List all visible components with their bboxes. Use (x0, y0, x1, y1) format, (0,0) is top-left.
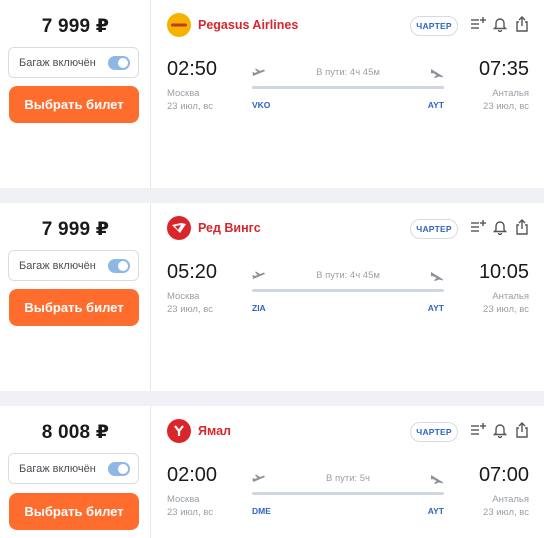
flight-card: 7 999 ₽ Багаж включён Выбрать билет Pega… (0, 0, 544, 188)
airline-info: Pegasus Airlines (167, 13, 298, 37)
route-timeline: В пути: 4ч 45м ZIA AYT (250, 267, 446, 317)
airline-name: Pegasus Airlines (198, 18, 299, 32)
flight-duration: В пути: 4ч 45м (316, 270, 380, 281)
pegasus-logo (167, 13, 191, 37)
add-to-list-icon[interactable] (470, 421, 486, 439)
departure-airport-code: DME (252, 506, 271, 516)
arrival-date: 23 июл, вс (483, 101, 529, 112)
card-actions (470, 15, 530, 33)
price-panel: 7 999 ₽ Багаж включён Выбрать билет (0, 0, 151, 188)
arrival-time: 07:00 (478, 464, 529, 486)
select-ticket-button[interactable]: Выбрать билет (9, 289, 139, 326)
charter-badge: ЧАРТЕР (410, 219, 458, 239)
departure-airport-code: ZIA (252, 303, 266, 313)
ticket-price: 7 999 ₽ (41, 219, 110, 240)
arrival-airport-code: AYT (427, 506, 444, 516)
baggage-toggle-row[interactable]: Багаж включён (8, 47, 139, 78)
bell-icon[interactable] (492, 421, 508, 439)
flight-card: 7 999 ₽ Багаж включён Выбрать билет Ред … (0, 203, 544, 391)
airline-info: Ред Вингс (167, 216, 261, 240)
arrival-city: Анталья (492, 494, 529, 505)
baggage-toggle-row[interactable]: Багаж включён (8, 250, 139, 281)
arrival-date: 23 июл, вс (483, 507, 529, 518)
baggage-toggle[interactable] (108, 461, 130, 476)
landing-icon (430, 472, 444, 490)
card-actions (470, 421, 530, 439)
baggage-toggle-row[interactable]: Багаж включён (8, 453, 139, 484)
charter-badge: ЧАРТЕР (410, 422, 458, 442)
share-icon[interactable] (514, 218, 530, 236)
baggage-toggle[interactable] (108, 258, 130, 273)
arrival-airport-code: AYT (427, 303, 444, 313)
departure-time: 02:00 (167, 464, 218, 486)
departure-airport-code: VKO (252, 100, 271, 110)
route-timeline: В пути: 5ч DME AYT (250, 470, 446, 520)
arrival-city: Анталья (492, 291, 529, 302)
charter-badge: ЧАРТЕР (410, 16, 458, 36)
bell-icon[interactable] (492, 218, 508, 236)
route-timeline: В пути: 4ч 45м VKO AYT (250, 64, 446, 114)
share-icon[interactable] (514, 421, 530, 439)
ticket-price: 7 999 ₽ (41, 16, 110, 37)
yamal-logo (167, 419, 191, 443)
baggage-toggle[interactable] (108, 55, 130, 70)
add-to-list-icon[interactable] (470, 15, 486, 33)
departure-date: 23 июл, вс (167, 304, 213, 315)
departure-time: 05:20 (167, 261, 218, 283)
select-ticket-button[interactable]: Выбрать билет (9, 86, 139, 123)
airline-name: Ред Вингс (198, 221, 261, 235)
departure-time: 02:50 (167, 58, 218, 80)
flight-card: 8 008 ₽ Багаж включён Выбрать билет Ямал… (0, 406, 544, 538)
arrival-time: 07:35 (478, 58, 529, 80)
add-to-list-icon[interactable] (470, 218, 486, 236)
route-line (252, 289, 444, 292)
baggage-label: Багаж включён (19, 56, 96, 69)
departure-date: 23 июл, вс (167, 101, 213, 112)
route-line (252, 86, 444, 89)
departure-city: Москва (167, 291, 200, 302)
airline-name: Ямал (198, 424, 231, 438)
arrival-city: Анталья (492, 88, 529, 99)
share-icon[interactable] (514, 15, 530, 33)
baggage-label: Багаж включён (19, 462, 96, 475)
departure-date: 23 июл, вс (167, 507, 213, 518)
route-line (252, 492, 444, 495)
arrival-date: 23 июл, вс (483, 304, 529, 315)
departure-city: Москва (167, 494, 200, 505)
flight-duration: В пути: 4ч 45м (316, 67, 380, 78)
price-panel: 8 008 ₽ Багаж включён Выбрать билет (0, 406, 151, 538)
departure-city: Москва (167, 88, 200, 99)
red-wings-logo (167, 216, 191, 240)
airline-info: Ямал (167, 419, 231, 443)
arrival-airport-code: AYT (427, 100, 444, 110)
arrival-time: 10:05 (478, 261, 529, 283)
landing-icon (430, 269, 444, 287)
bell-icon[interactable] (492, 15, 508, 33)
baggage-label: Багаж включён (19, 259, 96, 272)
landing-icon (430, 66, 444, 84)
card-actions (470, 218, 530, 236)
flight-duration: В пути: 5ч (325, 473, 371, 484)
select-ticket-button[interactable]: Выбрать билет (9, 493, 139, 530)
price-panel: 7 999 ₽ Багаж включён Выбрать билет (0, 203, 151, 391)
ticket-price: 8 008 ₽ (41, 422, 110, 443)
